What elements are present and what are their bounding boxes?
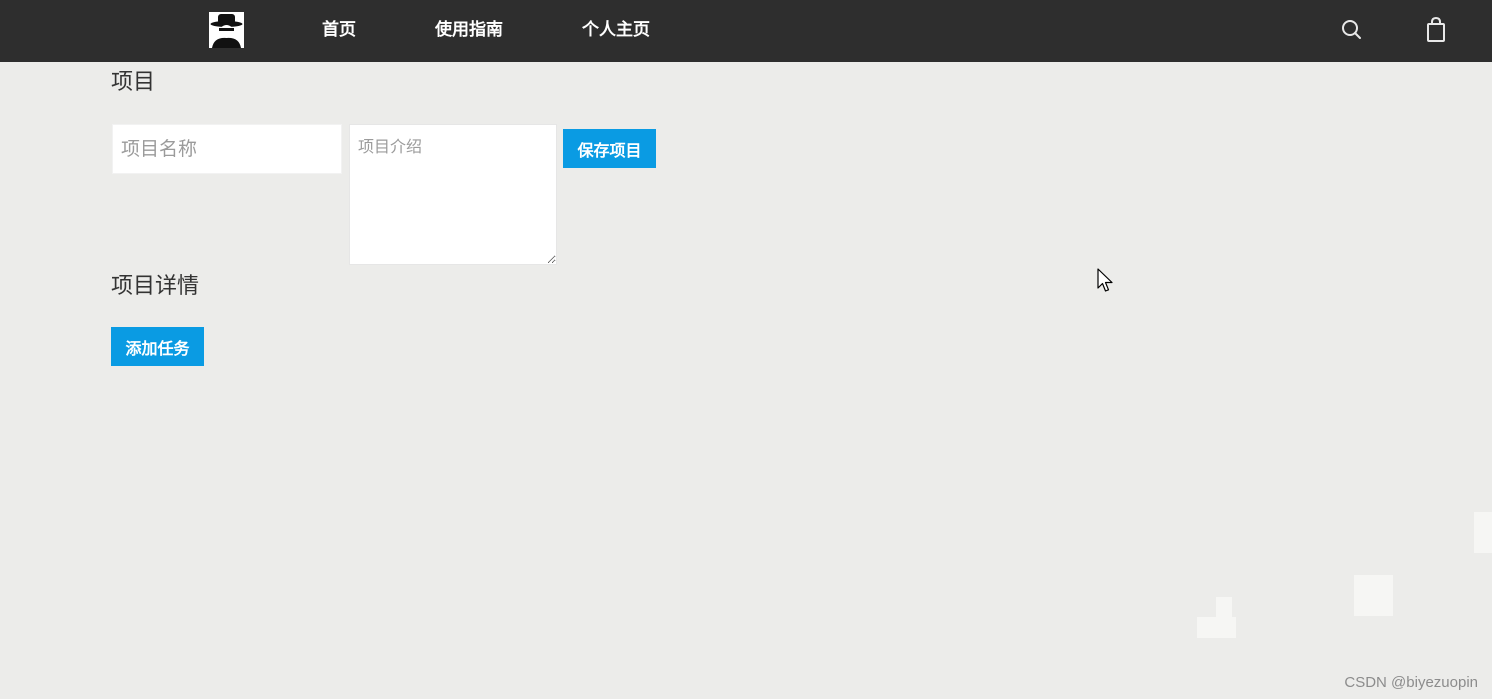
nav-link-guide[interactable]: 使用指南 <box>435 19 503 41</box>
render-artifact <box>1197 617 1236 638</box>
add-task-button[interactable]: 添加任务 <box>111 327 204 366</box>
shopping-bag-icon[interactable] <box>1422 16 1450 44</box>
watermark-text: CSDN @biyezuopin <box>1344 674 1478 691</box>
project-name-input[interactable] <box>112 124 342 174</box>
logo-icon[interactable] <box>209 12 244 48</box>
project-section-title: 项目 <box>111 70 156 95</box>
render-artifact <box>1354 575 1393 616</box>
mouse-pointer-icon <box>1097 268 1115 294</box>
top-navigation-bar: 首页 使用指南 个人主页 <box>0 0 1492 62</box>
search-icon[interactable] <box>1338 16 1366 44</box>
render-artifact <box>1216 597 1232 617</box>
hat-avatar-icon <box>209 12 244 48</box>
nav-link-profile[interactable]: 个人主页 <box>582 19 650 41</box>
nav-link-home[interactable]: 首页 <box>322 19 356 41</box>
project-details-title: 项目详情 <box>111 274 200 299</box>
render-artifact <box>1474 512 1492 553</box>
project-description-textarea[interactable] <box>349 124 557 265</box>
save-project-button[interactable]: 保存项目 <box>563 129 656 168</box>
